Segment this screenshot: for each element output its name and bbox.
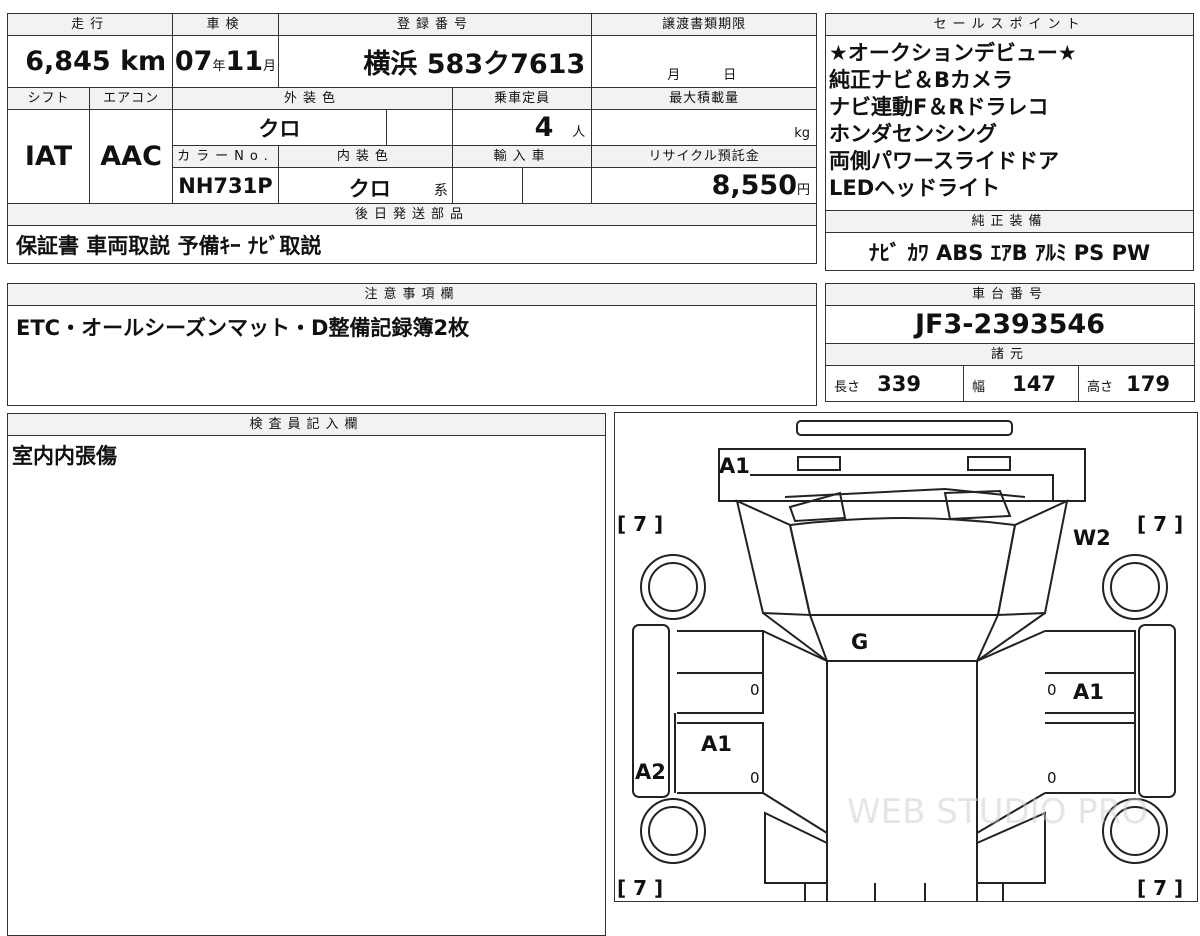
recycle-fee: 8,550 (711, 170, 797, 201)
transfer-cell: 月日 (591, 35, 817, 88)
shift-header: シフト (6, 87, 91, 110)
mark-front: A1 (719, 454, 750, 478)
inspection-month: 11 (225, 46, 264, 77)
mileage-header: 走行 (6, 13, 174, 36)
interior-color-value: クロ (348, 177, 391, 201)
width-cell: 幅 147 (963, 365, 1079, 402)
vehicle-info-table: 走行 車検 登録番号 譲渡書類期限 6,845 km 07年11月 横浜 583… (6, 13, 817, 264)
import-cell-a (451, 167, 523, 204)
mileage-unit: km (120, 46, 167, 77)
tire-label: [ 7 ] (1137, 512, 1183, 536)
later-parts-value: 保証書 車両取説 予備ｷｰ ﾅﾋﾞ取説 (7, 225, 817, 264)
length-value: 339 (877, 371, 921, 396)
door-zero: 0 (750, 681, 760, 699)
aircon-header: エアコン (89, 87, 174, 110)
spec-header: 諸元 (825, 343, 1195, 366)
equipment-header: 純正装備 (825, 210, 1194, 233)
recycle-unit: 円 (796, 183, 810, 198)
interior-cell: クロ 系 (277, 167, 453, 204)
door-zero: 0 (1047, 769, 1057, 787)
inspector-table: 検査員記入欄 室内内張傷 (7, 413, 606, 936)
height-cell: 高さ 179 (1078, 365, 1195, 402)
mark-right-front-fender: W2 (1073, 526, 1111, 550)
capacity-unit: 人 (572, 125, 586, 140)
transfer-month-unit: 月 (667, 68, 681, 83)
sales-point-table: セールスポイント ★オークションデビュー★ 純正ナビ＆Bカメラ ナビ連動F＆Rド… (825, 13, 1194, 271)
import-cell-b (521, 167, 593, 204)
chassis-table: 車台番号 JF3-2393546 諸元 長さ 339 幅 147 高さ 179 (825, 283, 1195, 402)
capacity-header: 乗車定員 (451, 87, 593, 110)
inspector-value: 室内内張傷 (7, 435, 606, 936)
sales-point-item: ★オークションデビュー★ (829, 41, 1077, 65)
sales-point-item: ナビ連動F＆Rドラレコ (829, 95, 1049, 119)
interior-header: 内装色 (277, 145, 453, 168)
inspection-header: 車検 (172, 13, 279, 36)
mileage-cell: 6,845 km (6, 35, 174, 88)
registration-value: 横浜 583ク7613 (277, 35, 593, 88)
capacity-cell: 4 人 (451, 109, 593, 146)
width-value: 147 (1012, 371, 1056, 396)
mark-left-quarter: A2 (635, 760, 666, 784)
registration-header: 登録番号 (277, 13, 593, 36)
door-zero: 0 (750, 769, 760, 787)
sales-point-item: 両側パワースライドドア (829, 149, 1059, 173)
year-unit: 年 (212, 59, 226, 74)
transfer-header: 譲渡書類期限 (591, 13, 817, 36)
recycle-cell: 8,550円 (591, 167, 817, 204)
color-no-value: NH731P (172, 167, 279, 204)
sales-points-list: ★オークションデビュー★ 純正ナビ＆Bカメラ ナビ連動F＆Rドラレコ ホンダセン… (825, 35, 1194, 211)
capacity-value: 4 (534, 112, 554, 143)
import-header: 輸入車 (451, 145, 593, 168)
month-unit: 月 (263, 59, 277, 74)
exterior-extra-cell (385, 109, 453, 146)
tire-label: [ 7 ] (1137, 876, 1183, 900)
shift-value: IAT (6, 109, 91, 204)
later-parts-header: 後日発送部品 (7, 203, 817, 226)
inspection-year: 07 (174, 46, 213, 77)
sales-point-item: LEDヘッドライト (829, 176, 1001, 200)
height-value: 179 (1126, 371, 1170, 396)
length-cell: 長さ 339 (825, 365, 964, 402)
width-label: 幅 (972, 379, 986, 395)
exterior-header: 外装色 (172, 87, 453, 110)
load-unit: kg (591, 109, 817, 146)
interior-suffix: 系 (433, 183, 448, 199)
mark-windshield: G (851, 630, 868, 654)
mileage-value: 6,845 (25, 46, 111, 77)
tire-label: [ 7 ] (617, 876, 663, 900)
chassis-header: 車台番号 (825, 283, 1195, 306)
height-label: 高さ (1087, 379, 1114, 395)
inspector-header: 検査員記入欄 (7, 413, 606, 436)
notes-table: 注意事項欄 ETC・オールシーズンマット・D整備記録簿2枚 (7, 283, 817, 406)
tire-label: [ 7 ] (617, 512, 663, 536)
color-no-header: カラーNo. (172, 145, 279, 168)
car-damage-diagram: A1 W2 G A1 A1 A2 [ 7 ] [ 7 ] [ 7 ] [ 7 ]… (614, 412, 1198, 902)
sales-point-item: 純正ナビ＆Bカメラ (829, 68, 1014, 92)
door-zero: 0 (1047, 681, 1057, 699)
mark-left-rear-door: A1 (701, 732, 732, 756)
aircon-value: AAC (89, 109, 174, 204)
notes-header: 注意事項欄 (7, 283, 817, 306)
recycle-header: リサイクル預託金 (591, 145, 817, 168)
max-load-header: 最大積載量 (591, 87, 817, 110)
equipment-value: ﾅﾋﾞ ｶﾜ ABS ｴｱB ｱﾙﾐ PS PW (825, 232, 1194, 271)
mark-right-front-door: A1 (1073, 680, 1104, 704)
inspection-cell: 07年11月 (172, 35, 279, 88)
exterior-color-value: クロ (172, 109, 387, 146)
sales-points-header: セールスポイント (825, 13, 1194, 36)
sales-point-item: ホンダセンシング (829, 122, 997, 146)
transfer-day-unit: 日 (723, 68, 737, 83)
chassis-value: JF3-2393546 (825, 305, 1195, 344)
watermark: WEB STUDIO PRO (847, 792, 1148, 832)
length-label: 長さ (834, 379, 861, 395)
notes-value: ETC・オールシーズンマット・D整備記録簿2枚 (7, 305, 817, 406)
